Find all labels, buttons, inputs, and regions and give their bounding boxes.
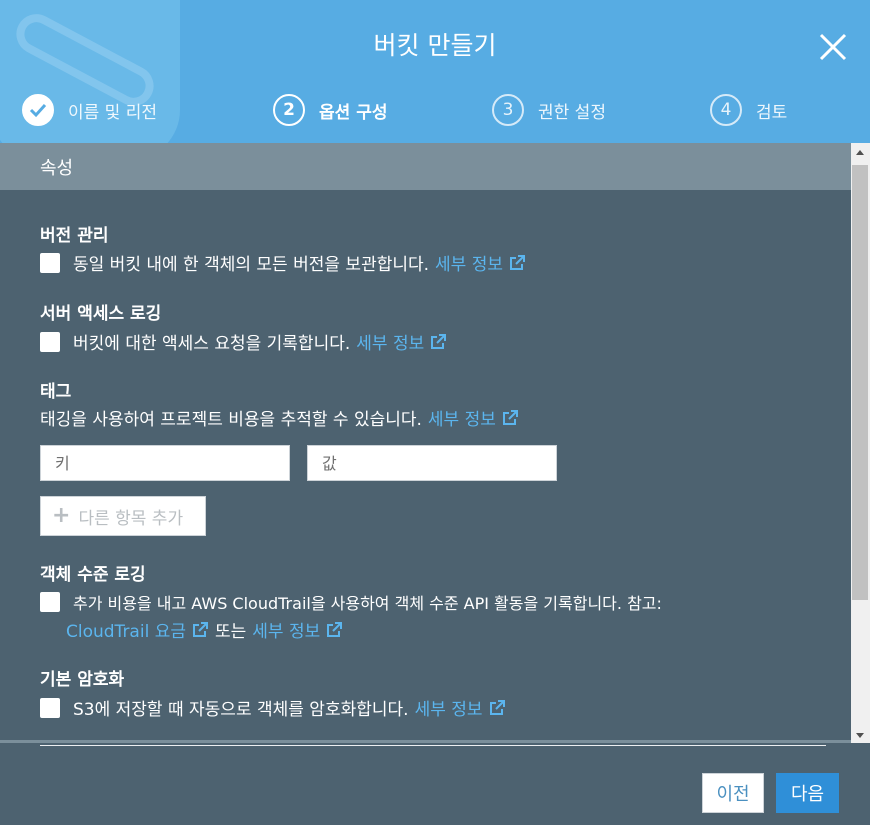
modal-header: 버킷 만들기 이름 및 리전 2 옵션 구성 3 권한 설정 4 검토 — [0, 0, 870, 143]
scrollbar-thumb[interactable] — [852, 165, 868, 600]
versioning-title: 버전 관리 — [40, 226, 109, 246]
server-logging-text: 버킷에 대한 액세스 요청을 기록합니다. — [73, 334, 351, 354]
server-logging-link-label: 세부 정보 — [356, 334, 425, 354]
external-link-icon — [192, 621, 208, 637]
step-3-number: 3 — [492, 94, 524, 126]
versioning-link-label: 세부 정보 — [435, 255, 503, 275]
object-logging-checkbox[interactable] — [40, 592, 60, 612]
object-logging-details-link[interactable]: 세부 정보 — [252, 617, 343, 642]
add-tag-label: 다른 항목 추가 — [78, 508, 184, 529]
step-2-number: 2 — [273, 94, 305, 126]
step-3-label: 권한 설정 — [538, 102, 606, 123]
encryption-link-label: 세부 정보 — [414, 700, 483, 720]
modal-title: 버킷 만들기 — [373, 31, 497, 60]
encryption-details-link[interactable]: 세부 정보 — [415, 695, 506, 720]
object-logging-link-label: 세부 정보 — [252, 622, 321, 642]
external-link-icon — [510, 254, 525, 270]
external-link-icon — [327, 621, 343, 637]
object-logging-row: 추가 비용을 내고 AWS CloudTrail을 사용하여 객체 수준 API… — [40, 590, 662, 614]
tags-description: 태깅을 사용하여 프로젝트 비용을 추적할 수 있습니다. 세부 정보 — [40, 405, 519, 430]
add-tag-button[interactable]: + 다른 항목 추가 — [40, 496, 206, 536]
server-logging-title: 서버 액세스 로깅 — [40, 304, 162, 324]
scroll-down-icon[interactable] — [856, 733, 864, 738]
object-logging-links: CloudTrail 요금 또는 세부 정보 — [66, 617, 343, 642]
footer-divider — [0, 740, 851, 743]
step-1-label: 이름 및 리전 — [68, 102, 158, 123]
step-2-label: 옵션 구성 — [319, 102, 388, 123]
step-1[interactable]: 이름 및 리전 — [22, 92, 157, 128]
check-icon — [22, 94, 54, 126]
versioning-row: 동일 버킷 내에 한 객체의 모든 버전을 보관합니다. 세부 정보 — [40, 250, 526, 275]
footer-line — [40, 745, 826, 746]
step-4-number: 4 — [710, 94, 742, 126]
server-logging-details-link[interactable]: 세부 정보 — [356, 329, 447, 354]
options-panel: 버전 관리 동일 버킷 내에 한 객체의 모든 버전을 보관합니다. 세부 정보… — [0, 190, 851, 740]
encryption-title: 기본 암호화 — [40, 670, 125, 690]
next-button[interactable]: 다음 — [776, 773, 839, 813]
or-text: 또는 — [214, 622, 247, 642]
cloudtrail-pricing-link[interactable]: CloudTrail 요금 — [66, 617, 209, 642]
external-link-icon — [431, 333, 447, 349]
scroll-up-icon[interactable] — [856, 150, 864, 155]
server-logging-row: 버킷에 대한 액세스 요청을 기록합니다. 세부 정보 — [40, 329, 447, 354]
versioning-text: 동일 버킷 내에 한 객체의 모든 버전을 보관합니다. — [73, 255, 430, 275]
external-link-icon — [489, 699, 505, 715]
step-3[interactable]: 3 권한 설정 — [492, 92, 606, 128]
tags-link-label: 세부 정보 — [427, 410, 496, 430]
tag-value-input[interactable] — [307, 445, 557, 481]
step-2[interactable]: 2 옵션 구성 — [273, 92, 387, 128]
tag-key-input[interactable] — [40, 445, 290, 481]
tags-details-link[interactable]: 세부 정보 — [428, 405, 519, 430]
versioning-details-link[interactable]: 세부 정보 — [435, 250, 526, 275]
server-logging-checkbox[interactable] — [40, 331, 60, 352]
encryption-row: S3에 저장할 때 자동으로 객체를 암호화합니다. 세부 정보 — [40, 695, 506, 720]
previous-button[interactable]: 이전 — [702, 773, 764, 813]
encryption-checkbox[interactable] — [40, 697, 60, 718]
section-header: 속성 — [0, 143, 851, 190]
plus-icon: + — [52, 503, 71, 528]
object-logging-text: 추가 비용을 내고 AWS CloudTrail을 사용하여 객체 수준 API… — [73, 594, 662, 613]
tags-title: 태그 — [40, 382, 72, 402]
step-4-label: 검토 — [756, 102, 788, 123]
tags-text: 태깅을 사용하여 프로젝트 비용을 추적할 수 있습니다. — [40, 410, 422, 430]
close-icon[interactable] — [816, 30, 850, 64]
wizard-steps: 이름 및 리전 2 옵션 구성 3 권한 설정 4 검토 — [0, 92, 870, 128]
object-logging-title: 객체 수준 로깅 — [40, 565, 146, 585]
step-4[interactable]: 4 검토 — [710, 92, 787, 128]
versioning-checkbox[interactable] — [40, 252, 60, 273]
vertical-scrollbar[interactable] — [851, 143, 870, 743]
encryption-text: S3에 저장할 때 자동으로 객체를 암호화합니다. — [73, 700, 409, 720]
cloudtrail-pricing-label: CloudTrail 요금 — [66, 622, 186, 642]
external-link-icon — [502, 409, 518, 425]
